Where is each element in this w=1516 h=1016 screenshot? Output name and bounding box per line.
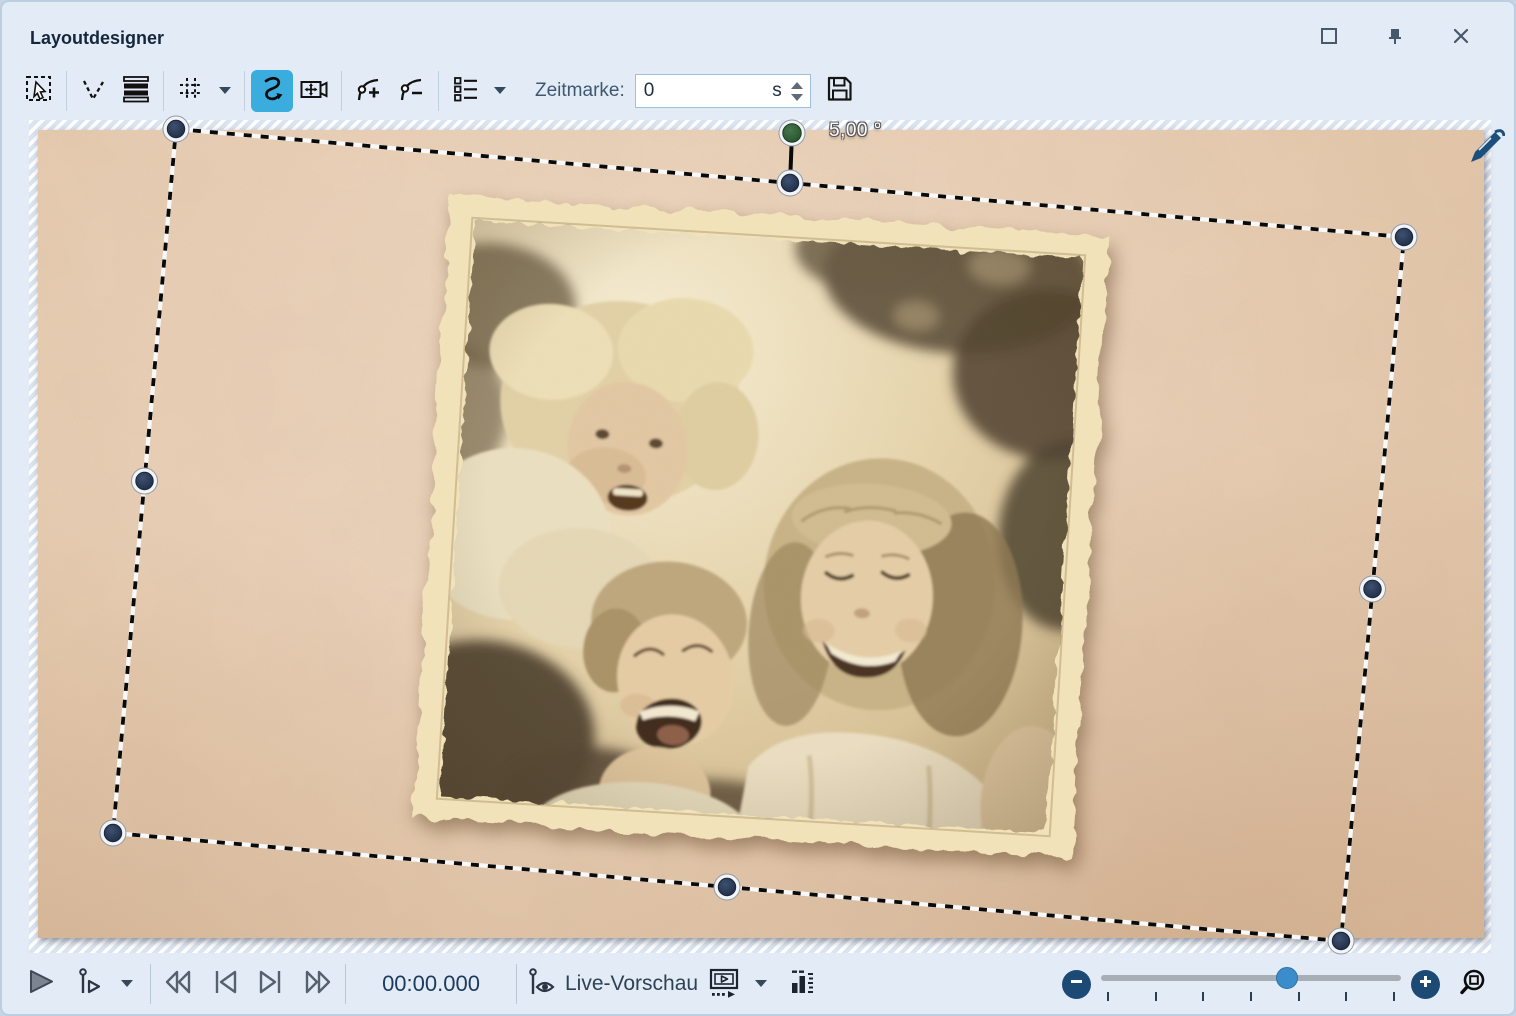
zoom-slider[interactable] (1101, 967, 1401, 1001)
playback-timestamp: 00:00.000 (356, 971, 506, 997)
window-title: Layoutdesigner (30, 28, 164, 49)
skip-back-button[interactable] (161, 963, 195, 1005)
handle-bottom-mid[interactable] (714, 874, 740, 900)
canvas-workarea[interactable]: 5,00 ° (29, 120, 1491, 953)
toolbar-separator (66, 71, 67, 111)
bottombar-separator (516, 964, 517, 1004)
maximize-button[interactable] (1312, 24, 1346, 52)
chevron-down-icon (218, 82, 232, 100)
curve-tool-button[interactable] (251, 70, 293, 112)
zeitmarke-label: Zeitmarke: (535, 80, 625, 102)
keyframe-list-button[interactable] (445, 70, 487, 112)
handle-mid-left[interactable] (132, 468, 158, 494)
zoom-fit-button[interactable] (1460, 963, 1488, 1005)
select-tool-button[interactable] (18, 70, 60, 112)
skip-back-icon (161, 967, 195, 1002)
zeitmarke-unit: s (770, 80, 788, 102)
zoom-slider-track[interactable] (1101, 975, 1401, 981)
zoom-in-icon (1418, 974, 1433, 994)
zeitmarke-field: s (635, 74, 811, 108)
add-keyframe-icon (354, 74, 384, 109)
handle-top-left[interactable] (163, 116, 189, 142)
windowed-preview-button[interactable] (708, 963, 740, 1005)
live-preview-icon (527, 967, 557, 1002)
handle-top-right[interactable] (1391, 224, 1417, 250)
prev-frame-button[interactable] (209, 963, 241, 1005)
zoom-in-button[interactable] (1411, 970, 1440, 999)
skip-forward-button[interactable] (301, 963, 335, 1005)
next-frame-button[interactable] (255, 963, 287, 1005)
close-icon (1452, 27, 1470, 50)
play-from-marker-button[interactable] (76, 963, 106, 1005)
handle-mid-right[interactable] (1360, 576, 1386, 602)
render-stats-icon (788, 967, 818, 1002)
render-stats-button[interactable] (788, 963, 818, 1005)
save-keyframe-button[interactable] (819, 70, 861, 112)
play-button[interactable] (26, 963, 56, 1005)
remove-keyframe-button[interactable] (390, 70, 432, 112)
layers-icon (121, 74, 151, 109)
curve-tool-icon (256, 73, 288, 110)
playback-bar: 00:00.000 Live-Vorschau (2, 953, 1514, 1015)
windowed-preview-icon (708, 966, 740, 1003)
zeitmarke-input[interactable] (636, 80, 771, 102)
zoom-out-icon (1069, 974, 1084, 994)
rotation-handle[interactable] (779, 120, 805, 146)
bottombar-separator (345, 964, 346, 1004)
play-icon (26, 967, 56, 1002)
toolbar-separator (163, 71, 164, 111)
play-from-marker-icon (76, 967, 106, 1002)
camera-pan-icon (299, 74, 329, 109)
chevron-down-icon (493, 82, 507, 100)
select-tool-icon (24, 74, 54, 109)
handle-bottom-left[interactable] (100, 820, 126, 846)
camera-pan-button[interactable] (293, 70, 335, 112)
titlebar: Layoutdesigner (2, 2, 1514, 62)
spinner-up-button[interactable] (791, 82, 803, 89)
keyframe-list-icon (451, 74, 481, 109)
toolbar: Zeitmarke: s (2, 62, 1514, 120)
zoom-fit-icon (1460, 968, 1488, 1001)
keyframe-list-dropdown[interactable] (487, 70, 513, 112)
motion-path-button[interactable] (73, 70, 115, 112)
chevron-down-icon (754, 975, 768, 993)
toolbar-separator (438, 71, 439, 111)
photo-object[interactable] (404, 187, 1118, 867)
spinner-down-button[interactable] (791, 94, 803, 101)
skip-forward-icon (301, 967, 335, 1002)
grid-icon (176, 74, 206, 109)
motion-path-icon (79, 74, 109, 109)
zoom-slider-thumb[interactable] (1276, 967, 1298, 989)
chevron-down-icon (120, 975, 134, 993)
zoom-controls (1062, 963, 1488, 1005)
layers-button[interactable] (115, 70, 157, 112)
photo-image (404, 187, 1118, 867)
next-frame-icon (255, 967, 287, 1002)
toolbar-separator (244, 71, 245, 111)
handle-top-mid[interactable] (777, 170, 803, 196)
handle-bottom-right[interactable] (1328, 928, 1354, 954)
zeitmarke-spinner (788, 82, 810, 101)
save-icon (824, 73, 855, 109)
play-options-dropdown[interactable] (114, 963, 140, 1005)
layoutdesigner-window: Layoutdesigner (0, 0, 1516, 1016)
live-preview-label: Live-Vorschau (565, 972, 698, 996)
remove-keyframe-icon (396, 74, 426, 109)
zoom-out-button[interactable] (1062, 970, 1091, 999)
pin-icon (1386, 27, 1404, 50)
grid-button[interactable] (170, 70, 212, 112)
rotation-angle-label: 5,00 ° (829, 120, 882, 142)
pin-button[interactable] (1378, 24, 1412, 52)
toolbar-separator (341, 71, 342, 111)
live-preview-toggle[interactable] (527, 963, 557, 1005)
close-button[interactable] (1444, 24, 1478, 52)
bottombar-separator (150, 964, 151, 1004)
add-keyframe-button[interactable] (348, 70, 390, 112)
maximize-icon (1320, 27, 1338, 50)
preview-options-dropdown[interactable] (748, 963, 774, 1005)
window-controls (1312, 24, 1478, 52)
prev-frame-icon (209, 967, 241, 1002)
grid-dropdown[interactable] (212, 70, 238, 112)
zoom-slider-ticks (1107, 992, 1395, 1001)
